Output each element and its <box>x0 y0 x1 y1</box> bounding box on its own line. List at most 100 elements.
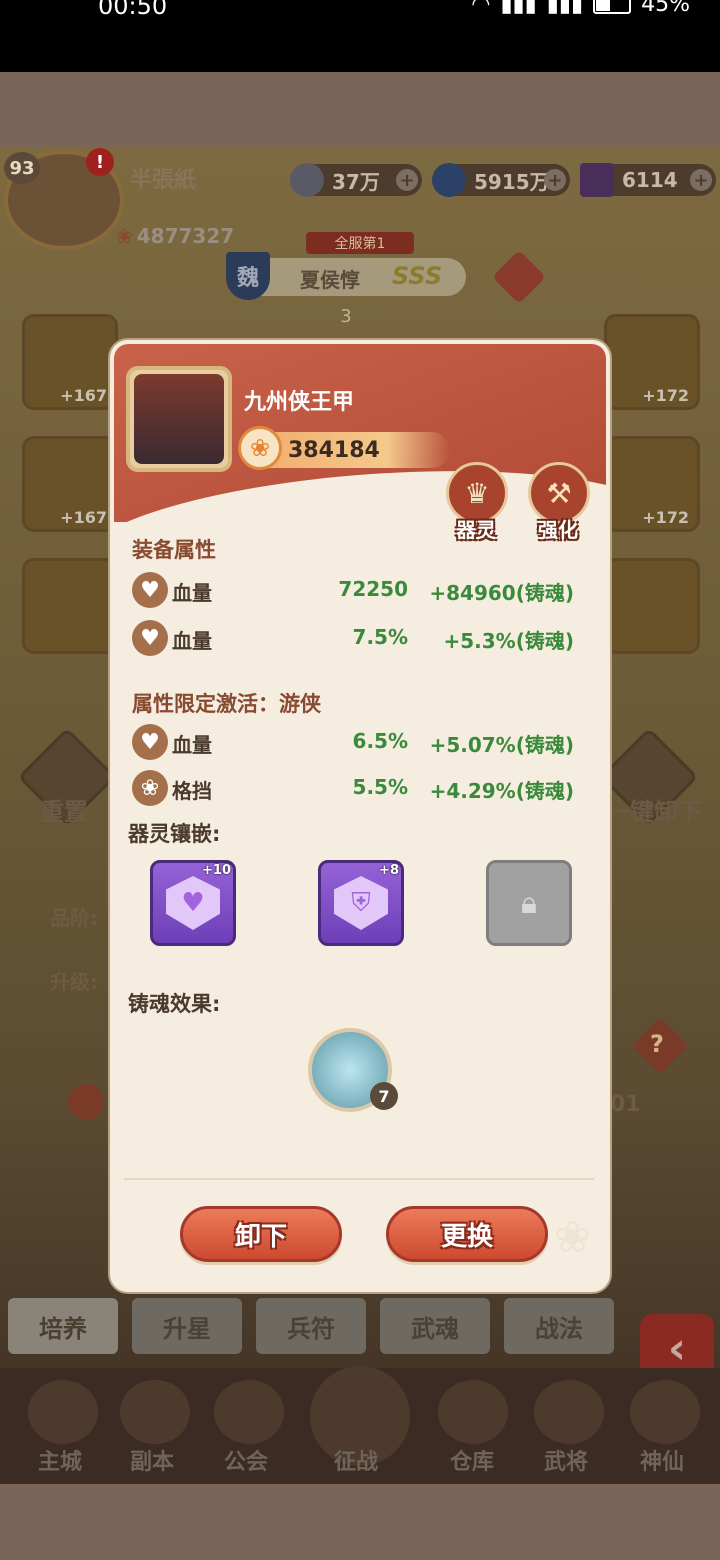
spirit-label[interactable]: 器灵 <box>456 514 496 543</box>
item-icon <box>126 366 232 472</box>
partial-value: 01 <box>610 1092 641 1117</box>
equip-slot-right-1[interactable]: +172 <box>604 314 700 410</box>
nav-warehouse[interactable]: 仓库 <box>450 1444 494 1476</box>
help-icon[interactable]: ? <box>650 1030 664 1058</box>
reset-button[interactable]: 重置 <box>40 792 88 827</box>
dungeon-icon[interactable] <box>120 1380 190 1444</box>
star-count: 3 <box>340 306 352 327</box>
player-level: 93 <box>4 152 40 184</box>
attr-value: 72250 <box>338 577 408 601</box>
resource-crystals[interactable]: 6114 + <box>580 163 716 197</box>
equip-slot-right-2[interactable]: +172 <box>604 436 700 532</box>
heart-icon: ♥ <box>132 724 168 760</box>
divider <box>124 1178 594 1180</box>
paw-icon: ❀ <box>238 426 282 470</box>
attr-name: 血量 <box>172 629 212 653</box>
nav-dungeon[interactable]: 副本 <box>130 1444 174 1476</box>
limit-attr-row: ❀ 格挡 5.5% +4.29%(铸魂) <box>128 768 598 808</box>
paw-icon: ❀ <box>132 770 168 806</box>
equip-slot-right-3[interactable] <box>604 558 700 654</box>
star-badge: 3 <box>330 296 362 327</box>
paw-icon: ❀ <box>116 224 133 248</box>
guild-icon[interactable] <box>214 1380 284 1444</box>
equip-slot-left-2[interactable]: +167 <box>22 436 118 532</box>
nav-guild[interactable]: 公会 <box>224 1444 268 1476</box>
tab-train[interactable]: 培养 <box>8 1298 118 1354</box>
attr-row: ♥ 血量 72250 +84960(铸魂) <box>128 570 598 610</box>
quality-label: 品阶: <box>50 906 98 930</box>
signal-icon: ▮▮▮ <box>500 0 537 17</box>
resource-coins[interactable]: 37万 + <box>290 163 422 197</box>
resource-gems[interactable]: 5915万 + <box>432 163 570 197</box>
item-name: 九州侠王甲 <box>244 390 355 415</box>
attr-bonus: +4.29%(铸魂) <box>429 779 574 803</box>
equipment-dialog: 九州侠王甲 ❀ 384184 ♛ 器灵 ⚒ 强化 装备属性 ♥ 血量 72250… <box>110 340 610 1292</box>
armor-icon <box>134 374 224 464</box>
section-limited-activation: 属性限定激活：游侠 <box>132 692 321 716</box>
player-name: 半張紙 <box>130 168 197 193</box>
hero-name: 夏侯惇 <box>300 268 360 292</box>
sword-icon <box>68 1084 104 1120</box>
attr-value: 7.5% <box>352 625 408 649</box>
unequip-button[interactable]: 卸下 <box>180 1206 342 1262</box>
add-gem-button[interactable]: + <box>544 169 566 191</box>
player-power: ❀ 4877327 <box>116 224 234 248</box>
attr-bonus: +5.07%(铸魂) <box>429 733 574 757</box>
coin-value: 37万 <box>332 169 380 194</box>
equip-slot-left-3[interactable] <box>22 558 118 654</box>
enhance-label[interactable]: 强化 <box>538 514 578 543</box>
item-score: 384184 <box>288 438 380 463</box>
equip-slot-left-1[interactable]: +167 <box>22 314 118 410</box>
attr-row: ♥ 血量 7.5% +5.3%(铸魂) <box>128 618 598 658</box>
battery-icon <box>593 0 632 14</box>
shield-gem-icon: ⛨ <box>334 876 388 930</box>
gem-slot-1[interactable]: ♥ +10 <box>150 860 236 946</box>
nav-generals[interactable]: 武将 <box>544 1444 588 1476</box>
faction-badge: 魏 <box>226 252 270 300</box>
nav-immortal[interactable]: 神仙 <box>640 1444 684 1476</box>
heart-icon: ♥ <box>132 620 168 656</box>
replace-button[interactable]: 更换 <box>386 1206 548 1262</box>
heart-gem-icon: ♥ <box>166 876 220 930</box>
add-coin-button[interactable]: + <box>396 169 418 191</box>
gem-slot-2[interactable]: ⛨ +8 <box>318 860 404 946</box>
heart-icon: ♥ <box>132 572 168 608</box>
attr-bonus: +84960(铸魂) <box>429 581 574 605</box>
letterbox-bottom <box>0 1484 720 1560</box>
generals-icon[interactable] <box>534 1380 604 1444</box>
wifi-icon: ◠ <box>471 0 491 17</box>
gem-level: +10 <box>202 863 231 878</box>
alert-icon[interactable]: ! <box>86 148 114 176</box>
immortal-icon[interactable] <box>630 1380 700 1444</box>
battery-percent: 45% <box>641 0 690 17</box>
tab-tally[interactable]: 兵符 <box>256 1298 366 1354</box>
rank-badge: 全服第1 <box>306 232 414 254</box>
slot-level: +172 <box>642 386 689 405</box>
unequip-all-button[interactable]: 一键卸下 <box>606 792 702 827</box>
status-bar: 00:50 ◠ ▮▮▮ ▮▮▮ 45% <box>0 0 720 72</box>
nav-city[interactable]: 主城 <box>38 1444 82 1476</box>
attr-value: 6.5% <box>352 729 408 753</box>
gem-icon <box>432 163 466 197</box>
gem-slot-locked[interactable]: 🔒︎ <box>486 860 572 946</box>
gem-value: 5915万 <box>474 169 550 194</box>
paw-decoration-icon: ❀ <box>554 1212 591 1263</box>
attr-name: 血量 <box>172 733 212 757</box>
hero-grade: SSS <box>392 262 443 290</box>
slot-level: +167 <box>60 386 107 405</box>
lock-icon: 🔒︎ <box>521 885 537 921</box>
warehouse-icon[interactable] <box>438 1380 508 1444</box>
tab-bar: 培养 升星 兵符 武魂 战法 <box>8 1298 628 1356</box>
tab-soul[interactable]: 武魂 <box>380 1298 490 1354</box>
attr-bonus: +5.3%(铸魂) <box>443 629 574 653</box>
slot-level: +172 <box>642 508 689 527</box>
attr-value: 5.5% <box>352 775 408 799</box>
city-icon[interactable] <box>28 1380 98 1444</box>
tab-star-up[interactable]: 升星 <box>132 1298 242 1354</box>
add-crystal-button[interactable]: + <box>690 169 712 191</box>
nav-campaign[interactable]: 征战 <box>334 1444 378 1476</box>
effect-count: 7 <box>370 1082 398 1110</box>
attr-name: 格挡 <box>172 779 212 803</box>
crystal-icon <box>580 163 614 197</box>
tab-tactic[interactable]: 战法 <box>504 1298 614 1354</box>
